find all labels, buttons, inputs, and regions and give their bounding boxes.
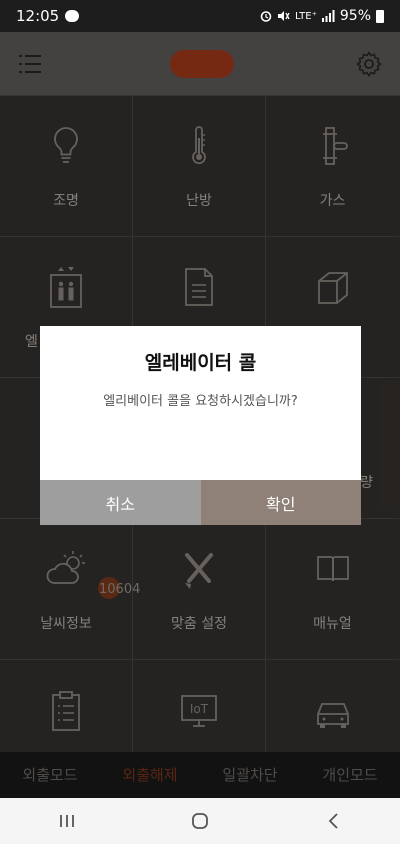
battery-icon — [376, 9, 384, 23]
confirm-button[interactable]: 확인 — [200, 480, 361, 525]
status-icons: LTE⁺ 95% — [260, 8, 384, 24]
dialog-message: 엘리베이터 콜을 요청하시겠습니까? — [103, 394, 298, 409]
message-icon — [65, 10, 80, 22]
home-button[interactable] — [180, 806, 220, 836]
recent-apps-icon — [59, 815, 74, 827]
dialog-actions: 취소 확인 — [40, 480, 361, 525]
mute-icon — [277, 11, 290, 21]
back-button[interactable] — [313, 806, 353, 836]
status-bar: 12:05 LTE⁺ 95% — [0, 0, 400, 32]
home-icon — [192, 813, 208, 829]
lte-indicator: LTE⁺ — [294, 10, 317, 22]
back-icon — [329, 813, 338, 829]
dialog-title: 엘레베이터 콜 — [144, 352, 257, 374]
status-time: 12:05 — [16, 7, 60, 25]
signal-icon — [321, 10, 335, 22]
cancel-button[interactable]: 취소 — [40, 480, 201, 525]
recent-apps-button[interactable] — [47, 806, 87, 836]
alarm-icon — [260, 11, 272, 22]
elevator-call-dialog: 엘레베이터 콜 엘리베이터 콜을 요청하시겠습니까? 취소 확인 — [40, 326, 361, 525]
battery-level: 95% — [339, 8, 371, 24]
system-nav-bar — [0, 798, 400, 844]
